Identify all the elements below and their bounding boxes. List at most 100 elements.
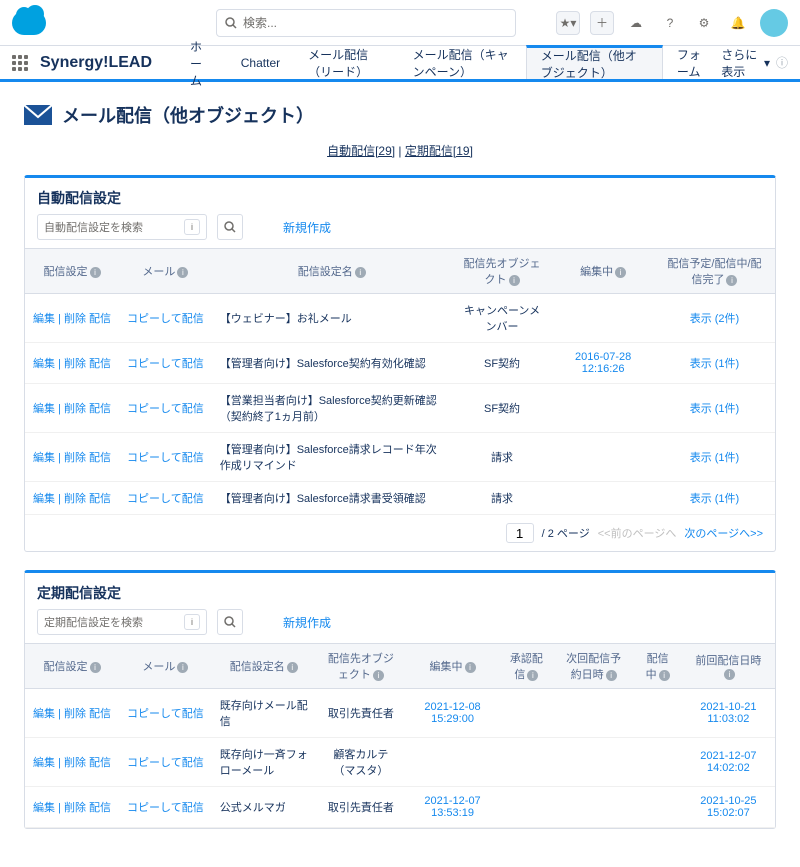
user-avatar[interactable] [760,9,788,37]
global-search[interactable]: 検索... [216,9,516,37]
cell-target: 請求 [452,482,553,515]
setup-gear-icon[interactable]: ⚙ [692,11,716,35]
app-nav: Synergy!LEAD ホーム Chatter メール配信（リード） メール配… [0,46,800,82]
clear-icon[interactable]: i [184,614,200,630]
cell-delivering [634,738,682,787]
row-config-actions: 編集 | 削除 配信 [25,294,119,343]
cloud-icon[interactable]: ☁ [624,11,648,35]
cell-name: 【管理者向け】Salesforce契約有効化確認 [212,343,452,384]
nav-tab-chatter[interactable]: Chatter [227,46,294,79]
copy-link[interactable]: コピーして配信 [127,708,204,720]
edit-link[interactable]: 編集 [33,493,55,505]
nav-tab-home[interactable]: ホーム [176,46,227,79]
copy-link[interactable]: コピーして配信 [127,358,204,370]
favorites-icon[interactable]: ★▾ [556,11,580,35]
nav-tab-mail-other[interactable]: メール配信（他オブジェクト） [526,45,663,79]
auto-table: 配信設定i メールi 配信設定名i 配信先オブジェクトi 編集中i 配信予定/配… [25,248,775,515]
pager-prev[interactable]: <<前のページへ [598,525,677,541]
delete-link[interactable]: 削除 [64,708,86,720]
auto-filter-input[interactable]: 自動配信設定を検索 i [37,214,207,240]
delete-link[interactable]: 削除 [64,313,86,325]
salesforce-logo [12,11,46,35]
edit-link[interactable]: 編集 [33,757,55,769]
edit-link[interactable]: 編集 [33,313,55,325]
edit-link[interactable]: 編集 [33,358,55,370]
row-mail-actions: コピーして配信 [119,294,212,343]
row-mail-actions: コピーして配信 [119,738,212,787]
table-row: 編集 | 削除 配信コピーして配信【管理者向け】Salesforce契約有効化確… [25,343,775,384]
delete-link[interactable]: 削除 [64,452,86,464]
cell-delivering [634,689,682,738]
row-mail-actions: コピーして配信 [119,384,212,433]
sublink-periodic[interactable]: 定期配信[19] [405,144,473,158]
table-row: 編集 | 削除 配信コピーして配信既存向けメール配信取引先責任者2021-12-… [25,689,775,738]
help-icon[interactable]: ? [658,11,682,35]
th-mail: メールi [119,644,212,689]
nav-tab-form[interactable]: フォーム [663,46,721,79]
cell-delivering [634,787,682,828]
pager-current[interactable] [506,523,534,543]
cell-target: SF契約 [452,384,553,433]
cell-name: 既存向けメール配信 [212,689,316,738]
copy-link[interactable]: コピーして配信 [127,802,204,814]
cell-name: 既存向け一斉フォローメール [212,738,316,787]
notification-bell-icon[interactable]: 🔔 [726,11,750,35]
deliver-link[interactable]: 配信 [89,358,111,370]
cell-target: 取引先責任者 [316,787,406,828]
periodic-search-button[interactable] [217,609,243,635]
deliver-link[interactable]: 配信 [89,313,111,325]
deliver-link[interactable]: 配信 [89,493,111,505]
periodic-filter-input[interactable]: 定期配信設定を検索 i [37,609,207,635]
auto-new-button[interactable]: 新規作成 [283,219,331,236]
sub-links: 自動配信[29] | 定期配信[19] [24,142,776,159]
deliver-link[interactable]: 配信 [89,452,111,464]
cell-approve [499,689,553,738]
periodic-new-button[interactable]: 新規作成 [283,614,331,631]
pager-next[interactable]: 次のページへ>> [684,525,763,541]
cell-status: 表示 (2件) [654,294,775,343]
deliver-link[interactable]: 配信 [89,708,111,720]
auto-search-button[interactable] [217,214,243,240]
clear-icon[interactable]: i [184,219,200,235]
cell-next [554,689,634,738]
copy-link[interactable]: コピーして配信 [127,757,204,769]
delete-link[interactable]: 削除 [64,493,86,505]
edit-link[interactable]: 編集 [33,708,55,720]
nav-more[interactable]: さらに表示 ▾ ⓘ [721,46,788,80]
nav-tab-mail-lead[interactable]: メール配信（リード） [294,46,399,79]
auto-panel-title: 自動配信設定 [37,188,763,208]
app-launcher-icon[interactable] [12,55,28,71]
delete-link[interactable]: 削除 [64,802,86,814]
edit-link[interactable]: 編集 [33,403,55,415]
cell-status: 表示 (1件) [654,384,775,433]
cell-editing [406,738,499,787]
nav-tab-mail-campaign[interactable]: メール配信（キャンペーン） [399,46,526,79]
cell-editing: 2016-07-28 12:16:26 [552,343,654,384]
copy-link[interactable]: コピーして配信 [127,403,204,415]
edit-link[interactable]: 編集 [33,452,55,464]
delete-link[interactable]: 削除 [64,403,86,415]
delete-link[interactable]: 削除 [64,757,86,769]
cell-approve [499,738,553,787]
auto-pager: / 2 ページ <<前のページへ 次のページへ>> [25,515,775,551]
deliver-link[interactable]: 配信 [89,757,111,769]
search-icon [225,17,237,29]
copy-link[interactable]: コピーして配信 [127,493,204,505]
cell-editing [552,384,654,433]
copy-link[interactable]: コピーして配信 [127,313,204,325]
cell-status: 表示 (1件) [654,482,775,515]
edit-link[interactable]: 編集 [33,802,55,814]
row-config-actions: 編集 | 削除 配信 [25,787,119,828]
cell-target: キャンペーンメンバー [452,294,553,343]
th-config: 配信設定i [25,644,119,689]
sublink-auto[interactable]: 自動配信[29] [327,144,395,158]
row-mail-actions: コピーして配信 [119,433,212,482]
page-title-row: メール配信（他オブジェクト） [24,102,776,128]
deliver-link[interactable]: 配信 [89,802,111,814]
deliver-link[interactable]: 配信 [89,403,111,415]
delete-link[interactable]: 削除 [64,358,86,370]
table-row: 編集 | 削除 配信コピーして配信既存向け一斉フォローメール顧客カルテ（マスタ）… [25,738,775,787]
table-row: 編集 | 削除 配信コピーして配信公式メルマガ取引先責任者2021-12-07 … [25,787,775,828]
add-icon[interactable]: ＋ [590,11,614,35]
copy-link[interactable]: コピーして配信 [127,452,204,464]
